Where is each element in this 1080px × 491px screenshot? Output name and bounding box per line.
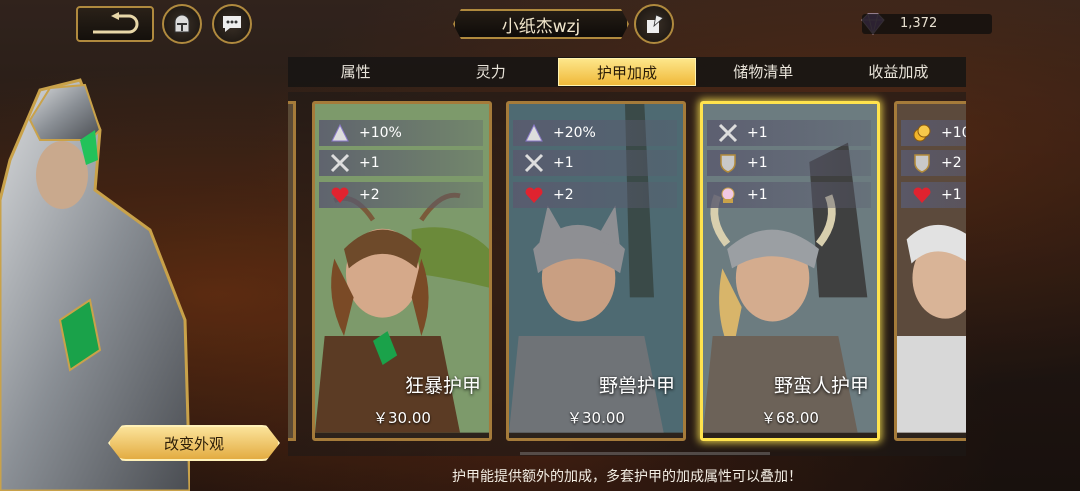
shield-icon <box>909 152 935 174</box>
change-appearance-button[interactable]: 改变外观 <box>108 425 280 461</box>
gold-coins-icon <box>909 122 935 144</box>
armor-card-barbarian[interactable]: +1 +1 +1 野蛮人护甲 ￥68.00 <box>700 101 880 441</box>
stat-row: +2 <box>513 182 677 208</box>
stat-row: +1 <box>707 150 871 176</box>
stat-value: +2 <box>941 155 962 171</box>
stat-row: +1 <box>319 150 483 176</box>
helmet-icon <box>174 14 190 33</box>
stat-value: +2 <box>553 187 574 203</box>
stat-row: +10 <box>901 120 966 146</box>
crossed-swords-icon <box>715 122 741 144</box>
stat-row: +1 <box>513 150 677 176</box>
gem-count: 1,372 <box>900 16 938 31</box>
heart-icon <box>521 184 547 206</box>
stat-row: +10% <box>319 120 483 146</box>
stat-row: +20% <box>513 120 677 146</box>
crossed-swords-icon <box>521 152 547 174</box>
armor-hint: 护甲能提供额外的加成，多套护甲的加成属性可以叠加！ <box>452 469 802 485</box>
armor-price: ￥68.00 <box>761 409 819 427</box>
stat-value: +2 <box>359 187 380 203</box>
quill-scroll-icon <box>647 14 664 33</box>
chat-button[interactable] <box>212 4 252 44</box>
pearl-icon <box>715 184 741 206</box>
armor-card-berserk[interactable]: +10% +1 +2 狂暴护甲 ￥30.00 <box>312 101 492 441</box>
stat-value: +1 <box>747 187 768 203</box>
stat-row: +1 <box>901 182 966 208</box>
stat-value: +1 <box>747 155 768 171</box>
armor-price: ￥30.00 <box>567 409 625 427</box>
rename-button[interactable] <box>634 4 674 44</box>
armor-card-beast[interactable]: +20% +1 +2 野兽护甲 ￥30.00 <box>506 101 686 441</box>
stat-value: +1 <box>553 155 574 171</box>
armor-price: ￥30.00 <box>373 409 431 427</box>
stat-row: +2 <box>319 182 483 208</box>
stat-value: +1 <box>941 187 962 203</box>
heart-icon <box>327 184 353 206</box>
heart-icon <box>909 184 935 206</box>
stat-row: +2 <box>901 150 966 176</box>
tab-bar: 属性 灵力 护甲加成 储物清单 收益加成 <box>288 57 966 87</box>
stat-value: +10 <box>941 125 966 141</box>
armor-name: 野蛮人护甲 <box>773 375 869 397</box>
back-button[interactable] <box>76 6 154 42</box>
tab-spirit[interactable]: 灵力 <box>423 57 558 87</box>
chat-bubble-icon <box>223 16 241 32</box>
shield-icon <box>715 152 741 174</box>
tab-attributes[interactable]: 属性 <box>288 57 423 87</box>
stat-row: +1 <box>707 120 871 146</box>
crystal-pyramid-icon <box>521 122 547 144</box>
stat-value: +1 <box>747 125 768 141</box>
player-name: 小纸杰wzj <box>501 16 581 37</box>
armor-card-list: +10% +1 +2 狂暴护甲 ￥30.00 +20% +1 +2 野兽护甲 ￥… <box>288 92 966 456</box>
tab-storage[interactable]: 储物清单 <box>696 57 831 87</box>
crossed-swords-icon <box>327 152 353 174</box>
gem-counter: 1,372 <box>862 14 992 34</box>
armor-name: 狂暴护甲 <box>404 375 481 397</box>
stat-value: +10% <box>359 125 402 141</box>
scroll-indicator <box>520 452 770 455</box>
player-name-plate: 小纸杰wzj <box>453 9 629 39</box>
tab-income-bonus[interactable]: 收益加成 <box>831 57 966 87</box>
tab-armor-bonus[interactable]: 护甲加成 <box>558 58 696 86</box>
stat-value: +20% <box>553 125 596 141</box>
armor-card-partial[interactable]: +10 +2 +1 <box>894 101 966 441</box>
stat-row: +1 <box>707 182 871 208</box>
crystal-pyramid-icon <box>327 122 353 144</box>
previous-card-edge[interactable] <box>288 101 296 441</box>
armor-name: 野兽护甲 <box>598 375 675 397</box>
knight-helmet-button[interactable] <box>162 4 202 44</box>
return-arrow-icon <box>93 12 139 34</box>
stat-value: +1 <box>359 155 380 171</box>
